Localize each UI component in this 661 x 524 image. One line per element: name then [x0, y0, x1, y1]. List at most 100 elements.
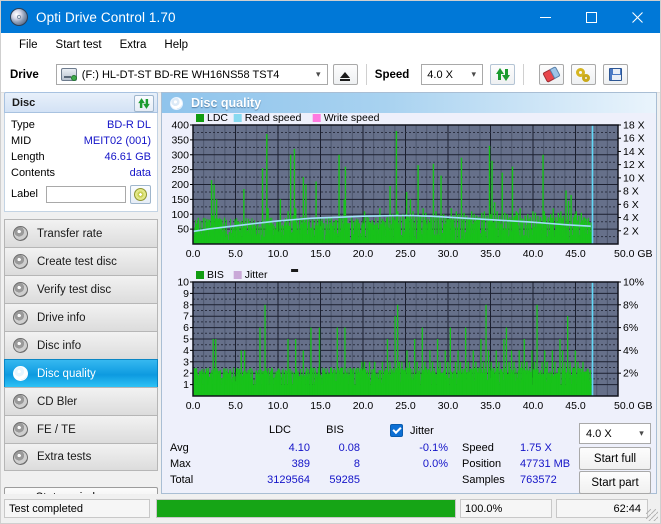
svg-text:50: 50: [177, 224, 189, 236]
svg-text:25.0: 25.0: [395, 400, 416, 412]
menu-extra[interactable]: Extra: [111, 37, 156, 53]
disc-refresh-button[interactable]: [134, 95, 154, 112]
disc-row-contents: Contents data: [11, 165, 151, 181]
chevron-down-icon: ▾: [471, 69, 477, 79]
svg-text:30.0: 30.0: [438, 248, 459, 260]
sidebar-item-extra-tests[interactable]: Extra tests: [4, 443, 158, 471]
svg-text:5.0: 5.0: [228, 400, 243, 412]
sidebar-item-disc-quality[interactable]: Disc quality: [4, 359, 158, 387]
start-part-button[interactable]: Start part: [579, 471, 651, 494]
disc-icon: [13, 254, 28, 269]
svg-text:12 X: 12 X: [623, 159, 645, 171]
svg-text:9: 9: [183, 288, 189, 300]
svg-text:7: 7: [183, 311, 189, 323]
sidebar-item-disc-info[interactable]: Disc info: [4, 331, 158, 359]
svg-text:250: 250: [171, 164, 189, 176]
minimize-icon[interactable]: [522, 1, 568, 33]
svg-text:35.0: 35.0: [480, 400, 501, 412]
disc-label-label: Label: [11, 188, 38, 200]
position-value: 47731 MB: [520, 458, 571, 470]
samples-label: Samples: [462, 474, 505, 486]
svg-text:16 X: 16 X: [623, 133, 645, 145]
eject-button[interactable]: [332, 64, 358, 85]
disc-info-body: Type BD-R DL MID MEIT02 (001) Length 46.…: [4, 113, 158, 212]
disc-icon: [13, 282, 28, 297]
statistics-panel: LDC BIS Avg 4.10 0.08 Max 389 8 Total 31…: [162, 422, 656, 494]
svg-text:8: 8: [183, 299, 189, 311]
svg-text:10.0: 10.0: [268, 248, 289, 260]
stats-row-max-label: Max: [170, 458, 191, 470]
jitter-checkbox[interactable]: [390, 424, 403, 437]
start-full-button[interactable]: Start full: [579, 447, 651, 470]
stats-max-ldc: 389: [291, 458, 310, 470]
svg-text:6 X: 6 X: [623, 199, 639, 211]
maximize-icon[interactable]: [568, 1, 614, 33]
disc-contents-value: data: [129, 167, 151, 179]
sidebar-item-drive-info[interactable]: Drive info: [4, 303, 158, 331]
close-icon[interactable]: [614, 1, 660, 33]
svg-text:50.0 GB: 50.0 GB: [614, 400, 653, 412]
disc-type-value: BD-R DL: [106, 119, 151, 131]
progress-percent: 100.0%: [460, 499, 552, 518]
menu-start-test[interactable]: Start test: [47, 37, 111, 53]
title-bar: Opti Drive Control 1.70: [1, 1, 660, 33]
left-panel: Disc Type BD-R DL MID MEIT02 (001) Lengt…: [4, 92, 158, 509]
save-button[interactable]: [603, 64, 629, 85]
disc-contents-label: Contents: [11, 167, 56, 179]
test-speed-select[interactable]: 4.0 X ▾: [579, 423, 651, 444]
settings-button[interactable]: [571, 64, 597, 85]
sidebar-item-transfer-rate[interactable]: Transfer rate: [4, 219, 158, 247]
erase-button[interactable]: [539, 64, 565, 85]
window-controls: [522, 1, 660, 33]
stats-row-total-label: Total: [170, 474, 194, 486]
disc-label-input[interactable]: [45, 185, 126, 203]
position-label: Position: [462, 458, 502, 470]
status-bar: Test completed 100.0% 62:44: [1, 494, 660, 523]
panel-header: Disc quality: [162, 93, 656, 113]
toolbar-divider-1: [365, 64, 367, 85]
speed-select[interactable]: 4.0 X ▾: [421, 64, 484, 85]
disc-icon: [13, 394, 28, 409]
disc-section-header: Disc: [4, 92, 158, 113]
svg-text:8 X: 8 X: [623, 186, 639, 198]
refresh-icon: [138, 98, 150, 109]
speed-select-value: 4.0 X: [427, 68, 453, 81]
disc-length-value: 46.61 GB: [104, 151, 151, 163]
svg-text:10%: 10%: [623, 277, 644, 289]
samples-value: 763572: [520, 474, 557, 486]
disc-section-title: Disc: [12, 96, 36, 109]
svg-text:20.0: 20.0: [353, 248, 374, 260]
svg-text:10: 10: [177, 277, 189, 289]
sidebar-label: Transfer rate: [37, 227, 103, 240]
svg-text:20.0: 20.0: [353, 400, 374, 412]
drive-select[interactable]: (F:) HL-DT-ST BD-RE WH16NS58 TST4 ▾: [55, 64, 328, 85]
sidebar-item-fe-te[interactable]: FE / TE: [4, 415, 158, 443]
svg-text:40.0: 40.0: [523, 248, 544, 260]
sidebar-item-verify-test-disc[interactable]: Verify test disc: [4, 275, 158, 303]
svg-text:1: 1: [183, 379, 189, 391]
svg-text:0.0: 0.0: [186, 248, 201, 260]
svg-text:5: 5: [183, 334, 189, 346]
sidebar-item-cd-bler[interactable]: CD Bler: [4, 387, 158, 415]
ldc-chart[interactable]: 50 100 150 200 250 300 350 400 2 X4 X6 X8 X 10 X1…: [162, 113, 656, 268]
svg-text:30.0: 30.0: [438, 400, 459, 412]
svg-text:6: 6: [183, 322, 189, 334]
menu-file[interactable]: File: [10, 37, 47, 53]
jitter-value-2: 0.0%: [422, 458, 448, 470]
disc-row-type: Type BD-R DL: [11, 117, 151, 133]
svg-text:100: 100: [171, 209, 189, 221]
svg-text:25.0: 25.0: [395, 248, 416, 260]
elapsed-time: 62:44: [556, 499, 648, 518]
menu-help[interactable]: Help: [155, 37, 197, 53]
svg-text:3: 3: [183, 356, 189, 368]
resize-grip[interactable]: [646, 509, 658, 521]
disc-icon: [13, 310, 28, 325]
sidebar-item-create-test-disc[interactable]: Create test disc: [4, 247, 158, 275]
refresh-button[interactable]: [490, 64, 516, 85]
eject-icon: [340, 71, 351, 81]
bis-chart[interactable]: 1 2 3 4 5 6 7 8 9 10 2% 4% 6% 8% 10% 0.0 5.0 10.0 15.0 20.0…: [162, 268, 656, 420]
svg-text:LDC: LDC: [207, 113, 228, 124]
test-speed-value: 4.0 X: [586, 427, 612, 440]
sidebar-label: Extra tests: [37, 451, 92, 463]
disc-label-button[interactable]: [130, 184, 151, 204]
